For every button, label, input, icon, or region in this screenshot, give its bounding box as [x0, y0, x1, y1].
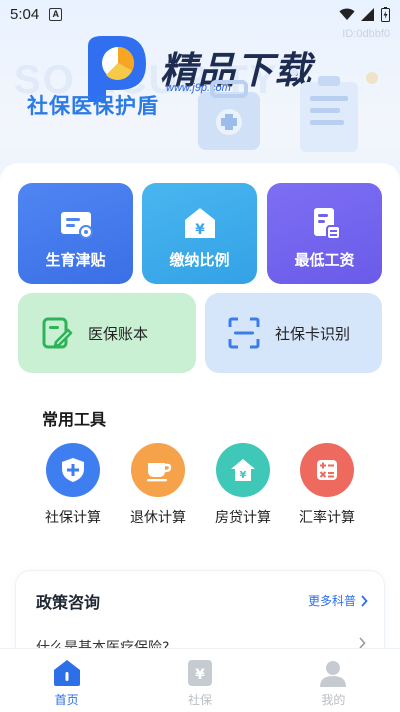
- svg-text:¥: ¥: [240, 470, 247, 481]
- tool-label: 退休计算: [130, 510, 186, 526]
- main-content-card: 生育津贴 ¥ 缴纳比例 最低工资 医保账本 社保卡识别 常用工具 社保计算 退休…: [0, 163, 400, 711]
- signal-icon: [361, 7, 374, 21]
- more-link-label: 更多科普: [307, 594, 356, 608]
- cup-icon: [147, 463, 172, 482]
- tile-label: 缴纳比例: [169, 251, 230, 269]
- tile-payment-ratio[interactable]: ¥ 缴纳比例: [142, 183, 257, 284]
- wifi-icon: [339, 8, 355, 20]
- nav-label: 我的: [321, 693, 346, 707]
- user-icon: [320, 661, 347, 687]
- scan-icon: [228, 317, 260, 349]
- tool-icon-circle: [46, 443, 100, 497]
- mortgage-calculator-button[interactable]: ¥ 房贷计算: [200, 443, 286, 527]
- medical-kit-illustration-icon: [198, 68, 378, 152]
- calculator-icon: [317, 460, 337, 480]
- svg-text:¥: ¥: [195, 667, 205, 683]
- notification-badge-icon: A: [49, 7, 63, 21]
- chevron-right-icon: [361, 594, 368, 607]
- common-tools-heading: 常用工具: [42, 410, 107, 429]
- nav-label: 首页: [54, 693, 79, 707]
- home-icon: [53, 660, 80, 686]
- social-security-calculator-button[interactable]: 社保计算: [30, 443, 116, 527]
- nav-social-security[interactable]: ¥ 社保: [133, 649, 266, 712]
- tile-label: 生育津贴: [45, 251, 106, 269]
- more-science-link[interactable]: 更多科普: [308, 592, 368, 609]
- page-title: 社保医保护盾: [27, 94, 159, 118]
- status-bar: 5:04 A: [0, 0, 400, 28]
- tool-icon-circle: ¥: [216, 443, 270, 497]
- tile-minimum-wage[interactable]: 最低工资: [267, 183, 382, 284]
- bottom-navigation: 首页 ¥ 社保 我的: [0, 648, 400, 712]
- battery-icon: [381, 6, 390, 22]
- nav-profile[interactable]: 我的: [267, 649, 400, 712]
- house-yuan-icon: ¥: [231, 459, 255, 481]
- edit-note-icon: [42, 317, 73, 349]
- svg-text:¥: ¥: [195, 222, 205, 238]
- status-time: 5:04: [10, 5, 40, 23]
- retirement-calculator-button[interactable]: 退休计算: [115, 443, 201, 527]
- nav-label: 社保: [187, 693, 212, 707]
- medical-insurance-ledger-button[interactable]: 医保账本: [18, 293, 196, 373]
- wide-tile-label: 社保卡识别: [275, 324, 351, 343]
- tool-icon-circle: [131, 443, 185, 497]
- id-card-icon: [60, 212, 93, 239]
- tile-maternity-allowance[interactable]: 生育津贴: [18, 183, 133, 284]
- watermark-id: ID:0dbbf0: [342, 28, 390, 40]
- tool-label: 汇率计算: [299, 510, 355, 526]
- shield-plus-icon: [62, 458, 84, 482]
- nav-home[interactable]: 首页: [0, 649, 133, 712]
- tool-label: 社保计算: [45, 510, 101, 526]
- document-icon: [313, 208, 341, 240]
- exchange-rate-calculator-button[interactable]: 汇率计算: [284, 443, 370, 527]
- tile-label: 最低工资: [294, 251, 355, 269]
- tool-label: 房贷计算: [215, 510, 271, 526]
- tool-icon-circle: [300, 443, 354, 497]
- tools-row: 社保计算 退休计算 ¥ 房贷计算 汇率计算: [0, 443, 400, 533]
- yuan-house-icon: ¥: [184, 208, 215, 238]
- social-security-card-scan-button[interactable]: 社保卡识别: [205, 293, 382, 373]
- wide-tile-label: 医保账本: [88, 324, 149, 343]
- yuan-card-icon: ¥: [187, 660, 212, 686]
- policy-heading: 政策咨询: [36, 593, 101, 612]
